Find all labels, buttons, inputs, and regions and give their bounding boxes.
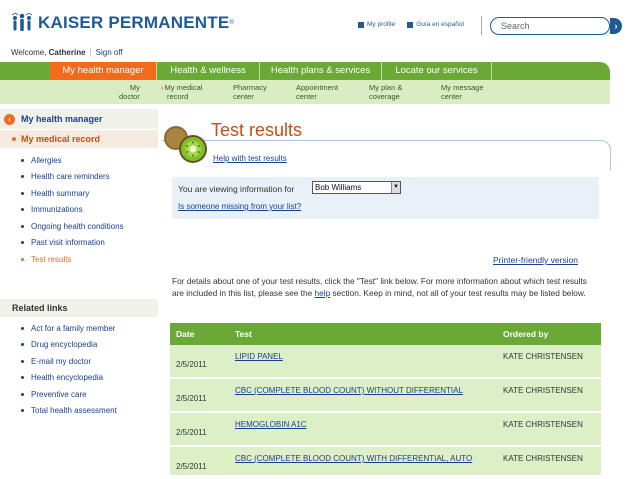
sidebar-item-allergies[interactable]: Allergies [21, 152, 124, 169]
subnav-appointment-center[interactable]: Appointment center [296, 83, 338, 101]
related-preventive-care[interactable]: Preventive care [21, 386, 117, 403]
viewing-panel: You are viewing information for Bob Will… [172, 177, 599, 219]
row-test-link[interactable]: CBC (COMPLETE BLOOD COUNT) WITHOUT DIFFE… [235, 386, 463, 395]
row-date: 2/5/2011 [176, 462, 207, 471]
table-row: 2/5/2011 CBC (COMPLETE BLOOD COUNT) WITH… [170, 379, 601, 413]
main-nav: My health manager Health & wellness Heal… [0, 62, 610, 80]
dropdown-arrow-icon: ▼ [391, 182, 400, 193]
row-test-link[interactable]: HEMOGLOBIN A1C [235, 420, 307, 429]
related-drug-encyclopedia[interactable]: Drug encyclopedia [21, 337, 117, 354]
user-name: Catherine [48, 48, 86, 57]
brand-reg-mark: ® [229, 20, 234, 26]
sidebar-item-health-care-reminders[interactable]: Health care reminders [21, 169, 124, 186]
subnav-message-center[interactable]: My message center [441, 83, 484, 101]
tab-health-plans[interactable]: Health plans & services [260, 62, 382, 80]
sign-off-link[interactable]: Sign off [96, 48, 123, 57]
subnav-my-doctor[interactable]: My doctor [119, 83, 140, 101]
help-test-results-link[interactable]: Help with test results [213, 154, 287, 163]
row-ordered-by: KATE CHRISTENSEN [503, 386, 583, 395]
header-date: Date [176, 329, 195, 339]
subnav-my-medical-record[interactable]: ›My medical record [161, 83, 202, 101]
profile-square-icon [358, 21, 364, 28]
row-ordered-by: KATE CHRISTENSEN [503, 352, 583, 361]
subnav-plan-coverage[interactable]: My plan & coverage [369, 83, 402, 101]
caret-right-icon: › [161, 83, 164, 92]
table-row: 2/5/2011 LIPID PANEL KATE CHRISTENSEN [170, 345, 601, 379]
test-results-table: Date Test Ordered by 2/5/2011 LIPID PANE… [170, 323, 601, 477]
related-email-doctor[interactable]: E-mail my doctor [21, 353, 117, 370]
search-go-arrow-icon[interactable]: › [610, 18, 622, 34]
related-links-heading: Related links [0, 299, 158, 317]
tab-my-health-manager[interactable]: My health manager [50, 62, 157, 80]
subnav-pharmacy-center[interactable]: Pharmacy center [233, 83, 267, 101]
section-dot-icon [12, 137, 16, 141]
spanish-square-icon [407, 21, 414, 28]
row-date: 2/5/2011 [176, 360, 207, 369]
sidebar-item-test-results[interactable]: Test results [21, 251, 124, 268]
search-input[interactable]: Search [490, 17, 610, 35]
sidebar: ‹ My health manager My medical record Al… [0, 104, 158, 479]
related-act-for-family[interactable]: Act for a family member [21, 320, 117, 337]
member-select[interactable]: Bob Williams ▼ [312, 181, 401, 194]
sidebar-back-my-health-manager[interactable]: ‹ My health manager [0, 109, 158, 129]
logo-figures-icon [11, 13, 33, 31]
sub-nav: My doctor ›My medical record Pharmacy ce… [0, 80, 610, 104]
table-row: 2/5/2011 CBC (COMPLETE BLOOD COUNT) WITH… [170, 447, 601, 477]
tab-locate-services[interactable]: Locate our services [382, 62, 492, 80]
missing-person-link[interactable]: Is someone missing from your list? [178, 202, 301, 211]
welcome-bar: Welcome, Catherine | Sign off [11, 48, 123, 57]
related-health-assessment[interactable]: Total health assessment [21, 403, 117, 420]
row-date: 2/5/2011 [176, 428, 207, 437]
sidebar-item-health-summary[interactable]: Health summary [21, 185, 124, 202]
back-arrow-icon: ‹ [4, 113, 15, 125]
printer-friendly-link[interactable]: Printer-friendly version [493, 255, 578, 265]
header-test: Test [235, 329, 252, 339]
brand-name: KAISER PERMANENTE [38, 13, 230, 32]
header-ordered-by: Ordered by [503, 329, 549, 339]
kiwi-fruit-icon [164, 126, 207, 163]
sidebar-section-medical-record[interactable]: My medical record [0, 130, 158, 148]
table-header: Date Test Ordered by [170, 323, 601, 345]
sidebar-item-immunizations[interactable]: Immunizations [21, 202, 124, 219]
instructions-text: For details about one of your test resul… [172, 276, 587, 298]
sidebar-item-ongoing-conditions[interactable]: Ongoing health conditions [21, 218, 124, 235]
row-ordered-by: KATE CHRISTENSEN [503, 420, 583, 429]
kaiser-logo[interactable]: KAISER PERMANENTE ® [11, 13, 234, 33]
table-row: 2/5/2011 HEMOGLOBIN A1C KATE CHRISTENSEN [170, 413, 601, 447]
sidebar-item-past-visit[interactable]: Past visit information [21, 235, 124, 252]
header-divider [481, 16, 482, 35]
row-test-link[interactable]: LIPID PANEL [235, 352, 283, 361]
viewing-label: You are viewing information for [178, 184, 295, 194]
row-test-link[interactable]: CBC (COMPLETE BLOOD COUNT) WITH DIFFEREN… [235, 454, 472, 463]
related-health-encyclopedia[interactable]: Health encyclopedia [21, 370, 117, 387]
row-date: 2/5/2011 [176, 394, 207, 403]
related-links-list: Act for a family member Drug encyclopedi… [21, 320, 117, 419]
my-profile-link[interactable]: My profile [358, 21, 395, 28]
row-ordered-by: KATE CHRISTENSEN [503, 454, 583, 463]
top-links: My profile Guía en español [358, 21, 464, 28]
tab-health-wellness[interactable]: Health & wellness [157, 62, 260, 80]
help-inline-link[interactable]: help [315, 288, 331, 298]
spanish-guide-link[interactable]: Guía en español [407, 21, 464, 28]
sidebar-record-list: Allergies Health care reminders Health s… [21, 152, 124, 268]
page-title: Test results [211, 120, 303, 140]
